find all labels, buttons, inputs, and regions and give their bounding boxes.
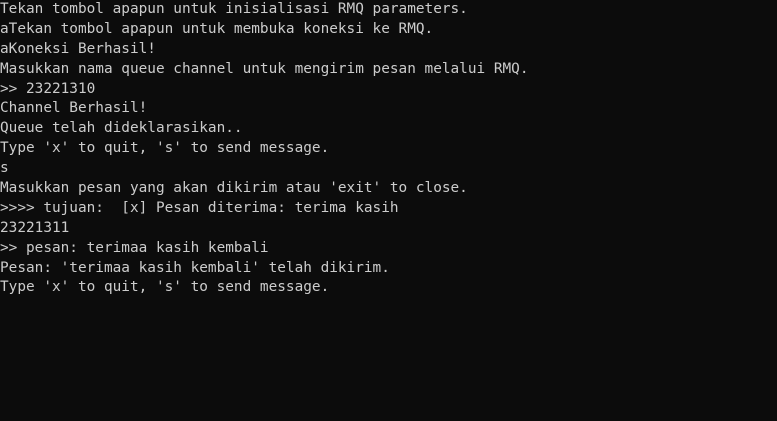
console-line: aTekan tombol apapun untuk membuka konek… xyxy=(0,20,434,37)
console-line: Pesan: 'terimaa kasih kembali' telah dik… xyxy=(0,259,390,276)
console-line: 23221311 xyxy=(0,219,70,236)
console-line: Tekan tombol apapun untuk inisialisasi R… xyxy=(0,1,468,17)
console-line: s xyxy=(0,160,9,177)
console-line: >> pesan: terimaa kasih kembali xyxy=(0,239,269,256)
console-line: Type 'x' to quit, 's' to send message. xyxy=(0,279,330,296)
console-line: Queue telah dideklarasikan.. xyxy=(0,120,243,137)
console-line: aKoneksi Berhasil! xyxy=(0,40,156,57)
console-line: >>>> tujuan: [x] Pesan diterima: terima … xyxy=(0,199,399,216)
console-line: Masukkan pesan yang akan dikirim atau 'e… xyxy=(0,180,468,197)
console-window[interactable]: Tekan tombol apapun untuk inisialisasi R… xyxy=(0,0,777,421)
console-line: >> 23221310 xyxy=(0,80,96,97)
console-line: Channel Berhasil! xyxy=(0,100,148,117)
console-line: Masukkan nama queue channel untuk mengir… xyxy=(0,60,529,77)
console-line: Type 'x' to quit, 's' to send message. xyxy=(0,140,330,157)
